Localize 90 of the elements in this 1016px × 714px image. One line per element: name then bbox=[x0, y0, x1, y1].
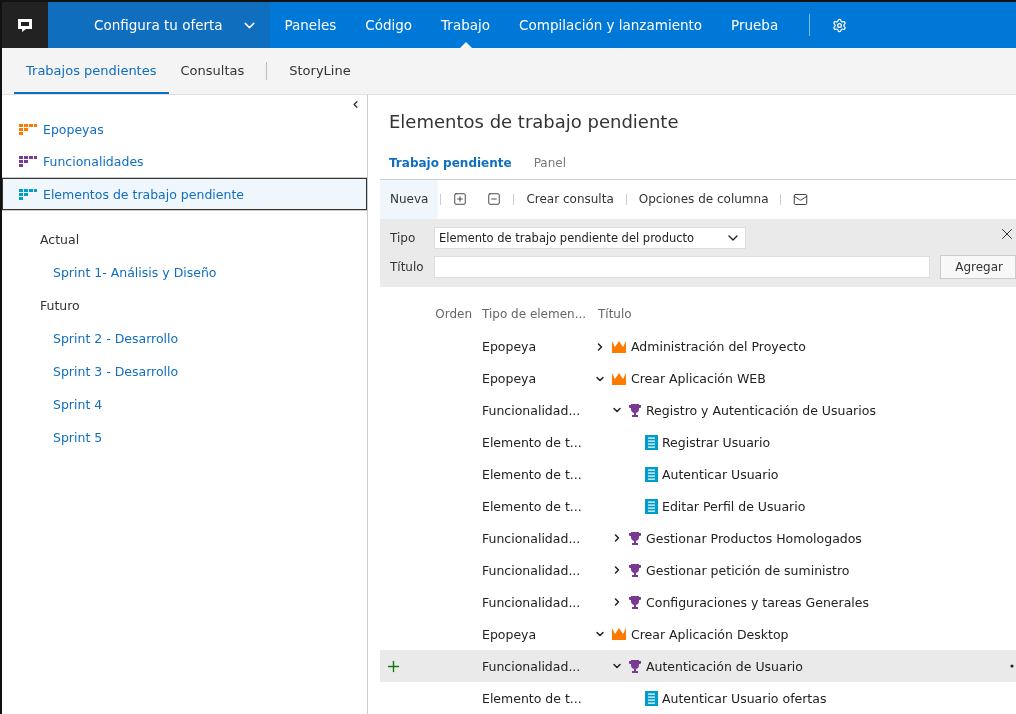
column-header[interactable]: Orden bbox=[435, 306, 472, 321]
sprint-group-label: Futuro bbox=[39, 297, 81, 315]
nav-tab[interactable]: Compilación y lanzamiento bbox=[504, 2, 717, 48]
work-item-type: Epopeya bbox=[482, 626, 538, 642]
column-header[interactable]: Tipo de elemen... bbox=[482, 306, 587, 321]
work-item-title[interactable]: Gestionar petición de suministro bbox=[646, 562, 850, 578]
trophy-icon bbox=[628, 530, 642, 546]
column-header[interactable]: Título bbox=[598, 306, 632, 321]
title-label: Título bbox=[390, 260, 424, 275]
work-item-type: Epopeya bbox=[482, 339, 538, 355]
trophy-icon bbox=[628, 594, 642, 610]
sprint-link[interactable]: Sprint 1- Análisis y Diseño bbox=[2, 256, 367, 289]
create-query-button[interactable]: Crear consulta bbox=[516, 179, 624, 220]
work-item-title[interactable]: Gestionar Productos Homologados bbox=[646, 530, 862, 546]
work-item-title[interactable]: Administración del Proyecto bbox=[631, 339, 806, 355]
type-label: Tipo bbox=[390, 231, 417, 246]
backlog-row[interactable]: Epopeya Crear Aplicación WEB bbox=[380, 362, 1016, 395]
backlog-level-label: Funcionalidades bbox=[43, 153, 144, 169]
backlog-row[interactable]: Funcionalidad... Configuraciones y tareas Generales bbox=[380, 586, 1016, 619]
work-item-title[interactable]: Autenticación de Usuario bbox=[646, 658, 803, 674]
list-icon bbox=[645, 498, 658, 514]
pivot-tab[interactable]: Panel bbox=[533, 155, 566, 170]
sprint-link[interactable]: Sprint 4 bbox=[2, 388, 367, 421]
trophy-icon bbox=[628, 658, 642, 674]
backlog-row[interactable]: Epopeya Crear Aplicación Desktop bbox=[380, 618, 1016, 651]
work-item-type: Elemento de t... bbox=[482, 498, 583, 514]
backlog-row[interactable]: Funcionalidad... Autenticación de Usuario bbox=[380, 650, 1016, 683]
work-item-type: Elemento de t... bbox=[482, 690, 583, 706]
work-item-title[interactable]: Autenticar Usuario bbox=[662, 466, 779, 482]
work-item-title[interactable]: Editar Perfil de Usuario bbox=[662, 498, 806, 514]
work-item-type: Funcionalidad... bbox=[482, 530, 582, 546]
expand-icon bbox=[453, 192, 468, 207]
work-item-type: Funcionalidad... bbox=[482, 594, 582, 610]
title-input[interactable] bbox=[433, 256, 931, 279]
backlog-row[interactable]: Funcionalidad... Registro y Autenticación de Usuarios bbox=[380, 394, 1016, 427]
backlog-level-label: Elementos de trabajo pendiente bbox=[43, 186, 245, 202]
logo-icon[interactable] bbox=[16, 17, 34, 33]
storyline-link[interactable]: StoryLine bbox=[277, 48, 363, 94]
trophy-icon bbox=[628, 402, 642, 418]
sub-tab[interactable]: Consultas bbox=[168, 48, 257, 94]
trophy-icon bbox=[628, 562, 642, 578]
work-item-type: Elemento de t... bbox=[482, 466, 583, 482]
backlog-row[interactable]: Epopeya Administración del Proyecto bbox=[380, 330, 1016, 363]
page-title: Elementos de trabajo pendiente bbox=[388, 110, 680, 134]
work-item-type: Epopeya bbox=[482, 371, 538, 386]
backlog-level[interactable]: Funcionalidades bbox=[2, 145, 367, 177]
nav-tab[interactable]: Prueba bbox=[716, 2, 793, 48]
list-icon bbox=[645, 690, 658, 706]
backlog-level-label: Epopeyas bbox=[43, 121, 104, 137]
backlog-row[interactable]: Elemento de t... Registrar Usuario bbox=[380, 426, 1016, 459]
project-selector[interactable]: Configura tu oferta bbox=[48, 2, 270, 48]
backlog-row[interactable]: Elemento de t... Autenticar Usuario bbox=[380, 458, 1016, 491]
pivot-tab[interactable]: Trabajo pendiente bbox=[389, 155, 512, 170]
crown-icon bbox=[611, 339, 627, 354]
work-item-type: Funcionalidad... bbox=[482, 658, 582, 674]
sprint-link[interactable]: Sprint 5 bbox=[2, 421, 367, 454]
sub-tab[interactable]: Trabajos pendientes bbox=[14, 48, 169, 94]
crown-icon bbox=[611, 371, 627, 386]
work-item-type: Funcionalidad... bbox=[482, 562, 582, 578]
work-item-title[interactable]: Crear Aplicación WEB bbox=[631, 371, 766, 386]
work-item-type: Funcionalidad... bbox=[482, 402, 582, 418]
crown-icon bbox=[611, 627, 627, 642]
sprint-link[interactable]: Sprint 2 - Desarrollo bbox=[2, 322, 367, 355]
more-icon[interactable] bbox=[1010, 664, 1016, 669]
work-item-type: Elemento de t... bbox=[482, 434, 583, 450]
sprint-link[interactable]: Sprint 3 - Desarrollo bbox=[2, 355, 367, 388]
mail-icon bbox=[793, 192, 809, 207]
collapse-all-icon bbox=[487, 192, 502, 207]
backlog-row[interactable]: Elemento de t... Editar Perfil de Usuario bbox=[380, 490, 1016, 523]
backlog-row[interactable]: Funcionalidad... Gestionar petición de suministro bbox=[380, 554, 1016, 587]
sprint-group-label: Actual bbox=[39, 231, 81, 249]
work-item-title[interactable]: Autenticar Usuario ofertas bbox=[662, 690, 827, 706]
backlog-level[interactable]: Elementos de trabajo pendiente bbox=[2, 178, 367, 210]
list-icon bbox=[645, 466, 658, 482]
nav-tab[interactable]: Paneles bbox=[270, 2, 351, 48]
backlog-level[interactable]: Epopeyas bbox=[2, 113, 367, 145]
backlog-row[interactable]: Elemento de t... Autenticar Usuario ofertas bbox=[380, 682, 1016, 714]
work-item-title[interactable]: Configuraciones y tareas Generales bbox=[646, 594, 870, 610]
column-options-button[interactable]: Opciones de columna bbox=[628, 179, 779, 220]
backlog-row[interactable]: Funcionalidad... Gestionar Productos Homologados bbox=[380, 522, 1016, 555]
settings-icon[interactable] bbox=[831, 17, 847, 33]
add-button[interactable]: Agregar bbox=[940, 255, 1016, 280]
list-icon bbox=[645, 434, 658, 450]
work-item-title[interactable]: Registrar Usuario bbox=[662, 434, 771, 450]
nav-tab[interactable]: Código bbox=[350, 2, 427, 48]
work-item-title[interactable]: Crear Aplicación Desktop bbox=[631, 626, 789, 642]
new-button[interactable]: Nueva bbox=[380, 179, 439, 220]
type-dropdown[interactable]: Elemento de trabajo pendiente del producto bbox=[434, 227, 746, 250]
nav-tab[interactable]: Trabajo bbox=[426, 2, 505, 48]
work-item-title[interactable]: Registro y Autenticación de Usuarios bbox=[646, 402, 876, 418]
